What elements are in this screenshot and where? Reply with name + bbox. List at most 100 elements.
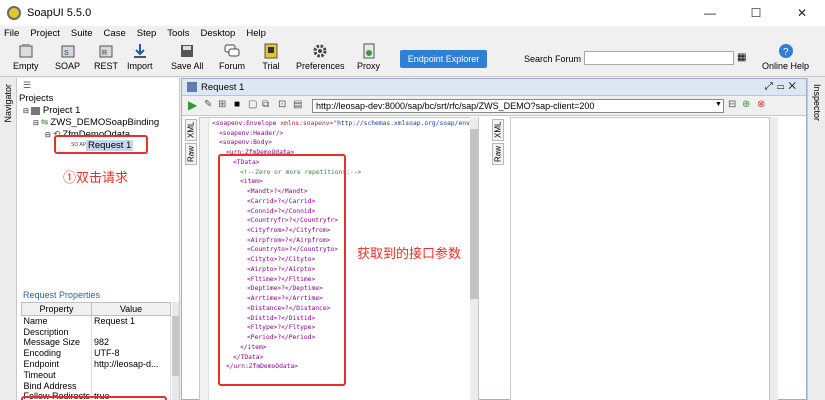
table-row[interactable]: Encoding UTF-8 bbox=[21, 347, 171, 359]
trial-button[interactable]: Trial bbox=[262, 43, 280, 71]
menu-tools[interactable]: Tools bbox=[167, 28, 189, 39]
svg-text:R: R bbox=[102, 50, 107, 57]
table-row[interactable]: Name Request 1 bbox=[21, 315, 171, 327]
table-row[interactable]: Message Size 982 bbox=[21, 337, 171, 348]
request-editor-scrollbar[interactable] bbox=[470, 117, 478, 400]
xml-attr: xmlns:soapenv= bbox=[276, 120, 334, 127]
annotation-box-properties bbox=[21, 396, 167, 400]
table-row[interactable]: Bind Address bbox=[21, 380, 171, 392]
annotation-box-params bbox=[218, 154, 346, 386]
import-button[interactable]: Import bbox=[127, 43, 153, 71]
edit-endpoint-icon[interactable]: ⊟ bbox=[728, 99, 736, 110]
annotation-double-click: ①双击请求 bbox=[63, 170, 129, 185]
save-disk-icon bbox=[178, 43, 196, 59]
save-all-button[interactable]: Save All bbox=[171, 43, 204, 71]
help-icon: ? bbox=[777, 43, 795, 59]
xml-val: "http://schemas.xmlsoap.org/soap/envelop… bbox=[333, 120, 479, 127]
menu-desktop[interactable]: Desktop bbox=[200, 28, 235, 39]
svg-text:S: S bbox=[64, 50, 69, 57]
search-forum-input[interactable] bbox=[584, 51, 734, 65]
table-row[interactable]: Endpoint http://leosap-d... bbox=[21, 358, 171, 370]
menu-project[interactable]: Project bbox=[30, 28, 60, 39]
menu-file[interactable]: File bbox=[4, 28, 19, 39]
menu-case[interactable]: Case bbox=[104, 28, 126, 39]
interface-icon: ⇋ bbox=[40, 117, 49, 127]
xml-tag: soapenv:Envelope bbox=[215, 120, 277, 127]
xml-tag: soapenv:Body bbox=[222, 139, 269, 147]
maximize-button[interactable]: ☐ bbox=[733, 0, 779, 26]
proxy-button[interactable]: Proxy bbox=[357, 43, 380, 71]
endpoint-explorer-button[interactable]: Endpoint Explorer bbox=[400, 50, 487, 68]
col-value[interactable]: Value bbox=[91, 302, 171, 316]
trial-icon bbox=[262, 43, 280, 59]
menu-help[interactable]: Help bbox=[246, 28, 266, 39]
format-icon[interactable]: ▤ bbox=[293, 99, 302, 110]
create-empty-icon[interactable]: ▢ bbox=[248, 99, 257, 110]
tab-raw-response[interactable]: Raw bbox=[492, 143, 504, 165]
proxy-icon bbox=[360, 43, 378, 59]
chevron-down-icon[interactable]: ▼ bbox=[715, 101, 722, 108]
add-endpoint-icon[interactable]: ⊕ bbox=[742, 99, 750, 110]
add-icon[interactable]: ⊞ bbox=[218, 99, 226, 110]
editor-gutter bbox=[200, 118, 209, 400]
run-icon[interactable]: ▶ bbox=[188, 98, 197, 112]
table-row[interactable]: Description bbox=[21, 326, 171, 338]
close-button[interactable]: ✕ bbox=[779, 0, 825, 26]
tab-xml-response[interactable]: XML bbox=[492, 119, 504, 141]
window-controls[interactable]: ⤢▭✕ bbox=[765, 81, 800, 92]
properties-scrollbar[interactable] bbox=[172, 302, 179, 400]
request-properties-title: Request Properties bbox=[23, 290, 101, 300]
collapse-icon[interactable]: ⊟ bbox=[45, 131, 51, 139]
inspector-strip: Inspector bbox=[807, 78, 825, 400]
response-xml-editor[interactable] bbox=[510, 117, 770, 400]
clone-icon[interactable]: ⧉ bbox=[262, 99, 269, 110]
menu-step[interactable]: Step bbox=[137, 28, 157, 39]
annotation-params: 获取到的接口参数 bbox=[357, 246, 462, 261]
annotation-box-request bbox=[54, 135, 148, 154]
xml-line: <soapenv:Header/> bbox=[219, 130, 283, 137]
delete-endpoint-icon[interactable]: ⊗ bbox=[757, 99, 765, 110]
response-editor-scrollbar[interactable] bbox=[770, 117, 778, 400]
xml-tag: soapenv:Header bbox=[222, 129, 276, 137]
calendar-icon[interactable]: ▦ bbox=[737, 52, 746, 63]
request-properties-panel: Request Properties Property Value Name Re… bbox=[17, 288, 180, 400]
preferences-button[interactable]: Preferences bbox=[296, 43, 345, 71]
tree-root-projects[interactable]: Projects bbox=[19, 93, 53, 104]
forum-bubble-icon bbox=[223, 43, 241, 59]
request-window-title: Request 1 bbox=[201, 81, 245, 93]
request-window-titlebar: Request 1 ⤢▭✕ bbox=[182, 79, 806, 96]
collapse-icon[interactable]: ⊟ bbox=[23, 107, 29, 115]
xml-s: > bbox=[268, 139, 273, 147]
tree-item-project[interactable]: ⊟ Project 1 bbox=[23, 105, 80, 116]
minimize-button[interactable]: — bbox=[687, 0, 733, 26]
table-row[interactable]: Timeout bbox=[21, 369, 171, 381]
navigator-tab[interactable]: Navigator bbox=[3, 84, 13, 123]
recreate-icon[interactable]: ⊡ bbox=[278, 99, 286, 110]
collapse-icon[interactable]: ⊟ bbox=[33, 119, 39, 127]
add-assertion-icon[interactable]: ✎ bbox=[204, 99, 212, 110]
endpoint-url-combo[interactable]: http://leosap-dev:8000/sap/bc/srt/rfc/sa… bbox=[312, 99, 724, 113]
search-forum-label: Search Forum bbox=[524, 54, 582, 64]
xml-line: <soapenv:Body> bbox=[219, 139, 272, 146]
import-arrow-icon bbox=[131, 43, 149, 59]
xml-line: <soapenv:Envelope xmlns:soapenv="http://… bbox=[212, 120, 479, 127]
properties-table: Property Value Name Request 1 Description… bbox=[21, 302, 171, 400]
empty-project-icon bbox=[17, 43, 35, 59]
tab-xml-request[interactable]: XML bbox=[185, 119, 197, 141]
rest-project-icon: R bbox=[97, 43, 115, 59]
inspector-tab[interactable]: Inspector bbox=[812, 84, 822, 121]
stop-icon[interactable]: ■ bbox=[234, 99, 240, 110]
navigator-strip: Navigator bbox=[0, 78, 17, 400]
svg-text:?: ? bbox=[783, 47, 789, 58]
col-property[interactable]: Property bbox=[21, 302, 92, 316]
tree-item-binding[interactable]: ⊟ ⇋ ZWS_DEMOSoapBinding bbox=[33, 117, 159, 128]
window-title: SoapUI 5.5.0 bbox=[27, 7, 92, 19]
empty-button[interactable]: Empty bbox=[13, 43, 39, 71]
menu-suite[interactable]: Suite bbox=[71, 28, 93, 39]
rest-button[interactable]: R REST bbox=[94, 43, 118, 71]
tab-raw-request[interactable]: Raw bbox=[185, 143, 197, 165]
soap-button[interactable]: S SOAP bbox=[55, 43, 80, 71]
online-help-button[interactable]: ? Online Help bbox=[762, 43, 809, 71]
tree-list-icon[interactable]: ☰ bbox=[23, 80, 31, 91]
forum-button[interactable]: Forum bbox=[219, 43, 245, 71]
